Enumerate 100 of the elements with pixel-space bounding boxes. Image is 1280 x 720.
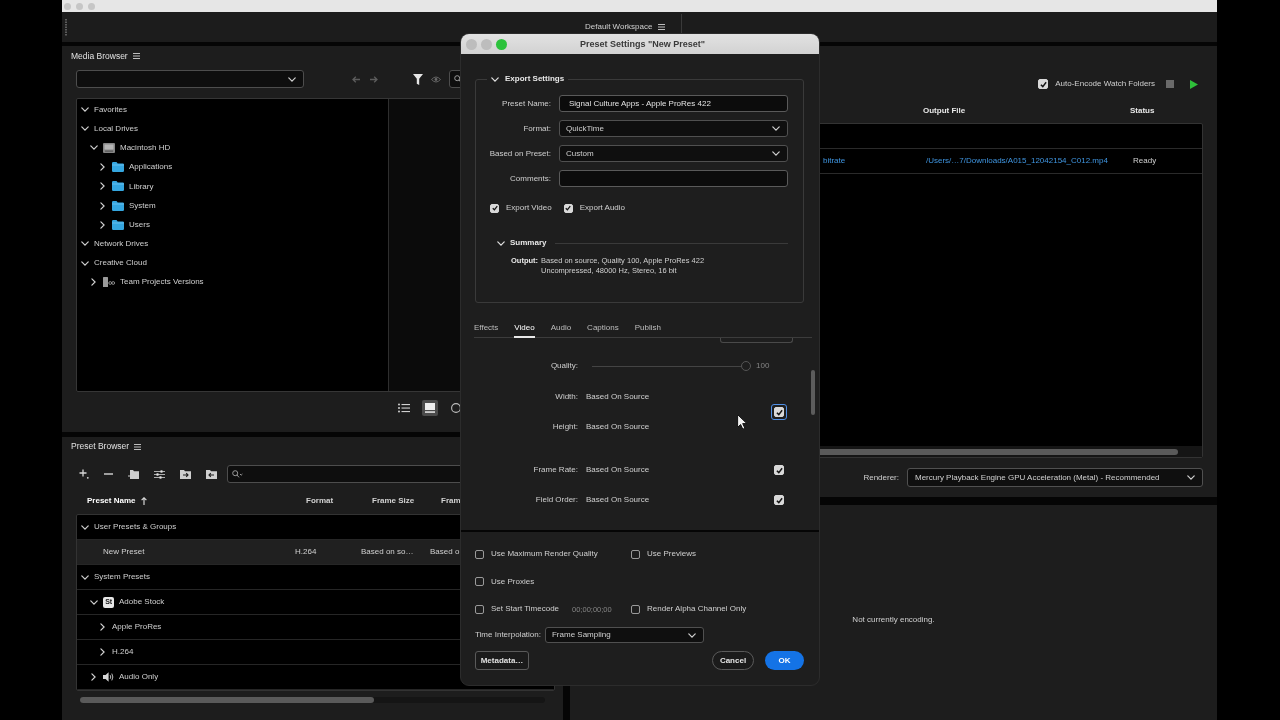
menu-icon[interactable] (132, 53, 140, 59)
tab[interactable]: Audio (550, 323, 572, 338)
play-icon[interactable] (1190, 79, 1198, 89)
tab[interactable]: Video (514, 323, 535, 338)
chevron-down-icon[interactable] (80, 126, 89, 132)
drive-icon (103, 142, 115, 153)
checkbox[interactable] (475, 549, 484, 559)
input-field[interactable] (720, 338, 793, 343)
checkbox[interactable] (771, 404, 787, 420)
menu-icon[interactable] (658, 24, 666, 30)
checkbox[interactable] (631, 604, 640, 614)
preset-name: New Preset (103, 547, 145, 557)
dialog-button[interactable]: OK (765, 651, 804, 670)
tree-item[interactable]: Library (129, 181, 154, 192)
field-value: Based On Source (586, 392, 650, 402)
chevron-down-icon[interactable] (772, 126, 780, 131)
column-header[interactable]: Format (290, 496, 356, 506)
column-header[interactable]: Output File (923, 106, 966, 116)
tree-item[interactable]: Team Projects Versions (120, 277, 204, 288)
tree-item[interactable]: Network Drives (94, 239, 149, 249)
dropdown[interactable]: Custom (559, 145, 788, 162)
tree-item[interactable]: Creative Cloud (94, 258, 147, 268)
tree-item[interactable]: Macintosh HD (120, 143, 171, 153)
sliders-icon[interactable] (154, 469, 165, 479)
preset-name: H.264 (112, 647, 134, 657)
renderer-dropdown[interactable]: Mercury Playback Engine GPU Acceleration (Metal) - Recommended (907, 468, 1203, 487)
chevron-down-icon[interactable] (80, 241, 89, 247)
chevron-down-icon[interactable] (687, 632, 696, 638)
scrollbar[interactable] (80, 697, 545, 703)
preset-link[interactable]: bitrate (823, 156, 846, 166)
chevron-down-icon[interactable] (89, 145, 98, 151)
checkbox[interactable] (475, 577, 484, 586)
chevron-right-icon[interactable] (100, 648, 105, 656)
chevron-down-icon[interactable] (491, 76, 499, 82)
status-message: Not currently encoding. (852, 615, 935, 625)
text-field[interactable] (559, 170, 788, 187)
chevron-down-icon[interactable] (89, 599, 98, 605)
output-file-link[interactable]: /Users/…7/Downloads/A015_12042154_C012.mp4 (926, 156, 1108, 166)
field-label: Format: (523, 123, 551, 134)
checkbox[interactable] (631, 549, 640, 559)
scrollbar[interactable] (811, 370, 815, 415)
plus-icon[interactable] (79, 469, 89, 479)
column-header[interactable]: Status (1130, 106, 1155, 116)
chevron-down-icon[interactable] (288, 76, 296, 82)
checkmark-icon (565, 205, 572, 211)
folder-icon[interactable] (128, 469, 139, 479)
tree-item[interactable]: Users (129, 219, 150, 230)
tree-item[interactable]: Local Drives (94, 124, 138, 134)
folder-export-icon[interactable] (206, 469, 217, 479)
chevron-down-icon[interactable] (772, 151, 780, 156)
dropdown[interactable]: Frame Sampling (544, 627, 704, 643)
checkmark-icon (775, 408, 783, 416)
checkbox-label: Render Alpha Channel Only (647, 604, 747, 614)
table-cell: H.264 (295, 547, 317, 557)
chevron-down-icon[interactable] (80, 574, 89, 580)
field-label: Time Interpolation: (475, 630, 541, 640)
menu-icon[interactable] (134, 443, 142, 450)
chevron-down-icon[interactable] (1187, 475, 1195, 480)
chevron-right-icon[interactable] (91, 673, 96, 681)
circle-icon[interactable] (450, 403, 462, 413)
dropdown[interactable]: QuickTime (559, 120, 788, 137)
column-header[interactable]: Frame Size (356, 496, 425, 506)
dialog-button[interactable]: Cancel (712, 651, 754, 670)
checkbox-label: Export Video (506, 203, 552, 213)
dialog-button[interactable]: Metadata… (475, 651, 529, 670)
workspace-menu[interactable]: Default Workspace (585, 22, 666, 32)
tree-item[interactable]: System (129, 200, 156, 211)
chevron-down-icon[interactable] (497, 240, 505, 246)
chevron-right-icon[interactable] (100, 201, 105, 210)
chevron-right-icon[interactable] (100, 220, 105, 229)
field-label: Height: (552, 422, 578, 432)
arrow-left-icon[interactable] (352, 75, 360, 83)
tab[interactable]: Publish (634, 323, 661, 338)
field-label: Based on Preset: (489, 148, 551, 159)
chevron-right-icon[interactable] (100, 182, 105, 191)
checkmark-icon (1039, 80, 1047, 88)
tab[interactable]: Effects (474, 323, 499, 338)
chevron-down-icon[interactable] (80, 260, 89, 266)
chevron-right-icon[interactable] (100, 623, 105, 631)
text-field[interactable]: Signal Culture Apps - Apple ProRes 422 (559, 95, 788, 112)
slider-value: 100 (756, 361, 770, 371)
chevron-right-icon[interactable] (91, 278, 96, 287)
arrow-right-icon[interactable] (370, 75, 378, 83)
checkmark-icon (491, 205, 498, 211)
tab[interactable]: Captions (587, 323, 619, 338)
table-cell: Based on so… (361, 547, 414, 557)
chevron-right-icon[interactable] (100, 163, 105, 172)
chevron-down-icon[interactable] (80, 107, 89, 113)
field-value: Based On Source (586, 465, 650, 475)
checkbox[interactable] (475, 604, 484, 614)
thumbnail-view-icon[interactable] (422, 400, 438, 416)
folder-arrow-icon[interactable] (180, 469, 191, 479)
field-label: Comments: (510, 173, 551, 184)
tree-item[interactable]: Favorites (94, 104, 127, 115)
chevron-down-icon[interactable] (80, 524, 89, 530)
filter-icon[interactable] (413, 73, 423, 85)
tree-item[interactable]: Applications (129, 162, 173, 172)
list-view-icon[interactable] (398, 403, 410, 413)
eye-icon[interactable] (431, 75, 441, 83)
column-header[interactable]: Preset Name (76, 496, 290, 506)
